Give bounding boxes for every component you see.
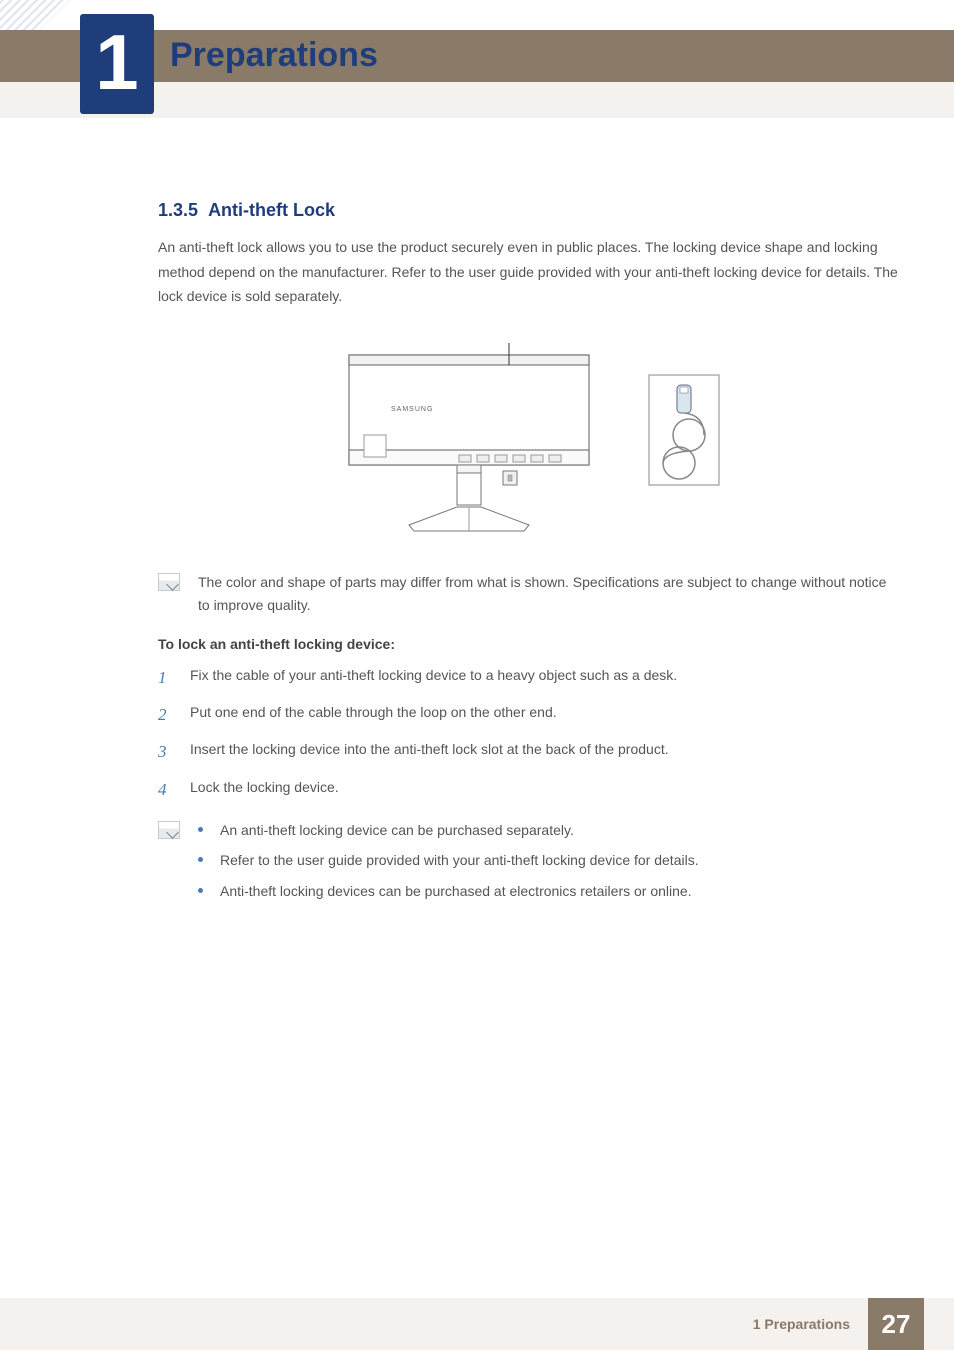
note-purchase-info: An anti-theft locking device can be purc… <box>158 819 899 910</box>
note-spec-change: The color and shape of parts may differ … <box>158 571 899 619</box>
step-text: Insert the locking device into the anti-… <box>190 738 669 760</box>
bullet-item: An anti-theft locking device can be purc… <box>198 819 699 841</box>
procedure-steps: 1 Fix the cable of your anti-theft lockin… <box>158 664 899 803</box>
section-intro: An anti-theft lock allows you to use the… <box>158 235 899 309</box>
step-item: 3 Insert the locking device into the anti… <box>158 738 899 765</box>
bullet-item: Anti-theft locking devices can be purcha… <box>198 880 699 902</box>
page-footer: 1 Preparations 27 <box>0 1298 954 1350</box>
footer-page-number: 27 <box>868 1298 924 1350</box>
step-text: Put one end of the cable through the loo… <box>190 701 557 723</box>
step-number: 3 <box>158 738 172 765</box>
step-item: 1 Fix the cable of your anti-theft lockin… <box>158 664 899 691</box>
page-content: 1.3.5 Anti-theft Lock An anti-theft lock… <box>158 200 899 928</box>
procedure-heading: To lock an anti-theft locking device: <box>158 636 899 652</box>
diagram-brand-label: SAMSUNG <box>391 406 433 413</box>
note-icon <box>158 821 180 839</box>
footer-chapter-label: 1 Preparations <box>753 1316 850 1332</box>
note-icon <box>158 573 180 591</box>
step-number: 1 <box>158 664 172 691</box>
monitor-lock-diagram: SAMSUNG <box>309 335 749 535</box>
chapter-title: Preparations <box>170 36 378 75</box>
step-number: 4 <box>158 776 172 803</box>
note-text: The color and shape of parts may differ … <box>198 571 899 619</box>
chapter-number-box: 1 <box>80 14 154 114</box>
bullet-item: Refer to the user guide provided with yo… <box>198 849 699 871</box>
section-title: Anti-theft Lock <box>208 200 335 220</box>
step-item: 4 Lock the locking device. <box>158 776 899 803</box>
step-text: Lock the locking device. <box>190 776 339 798</box>
step-number: 2 <box>158 701 172 728</box>
step-text: Fix the cable of your anti-theft locking… <box>190 664 677 686</box>
note-bullet-list: An anti-theft locking device can be purc… <box>198 819 699 910</box>
section-heading: 1.3.5 Anti-theft Lock <box>158 200 899 221</box>
diagram-container: SAMSUNG <box>158 335 899 535</box>
section-number: 1.3.5 <box>158 200 198 220</box>
step-item: 2 Put one end of the cable through the lo… <box>158 701 899 728</box>
chapter-number: 1 <box>95 23 138 105</box>
